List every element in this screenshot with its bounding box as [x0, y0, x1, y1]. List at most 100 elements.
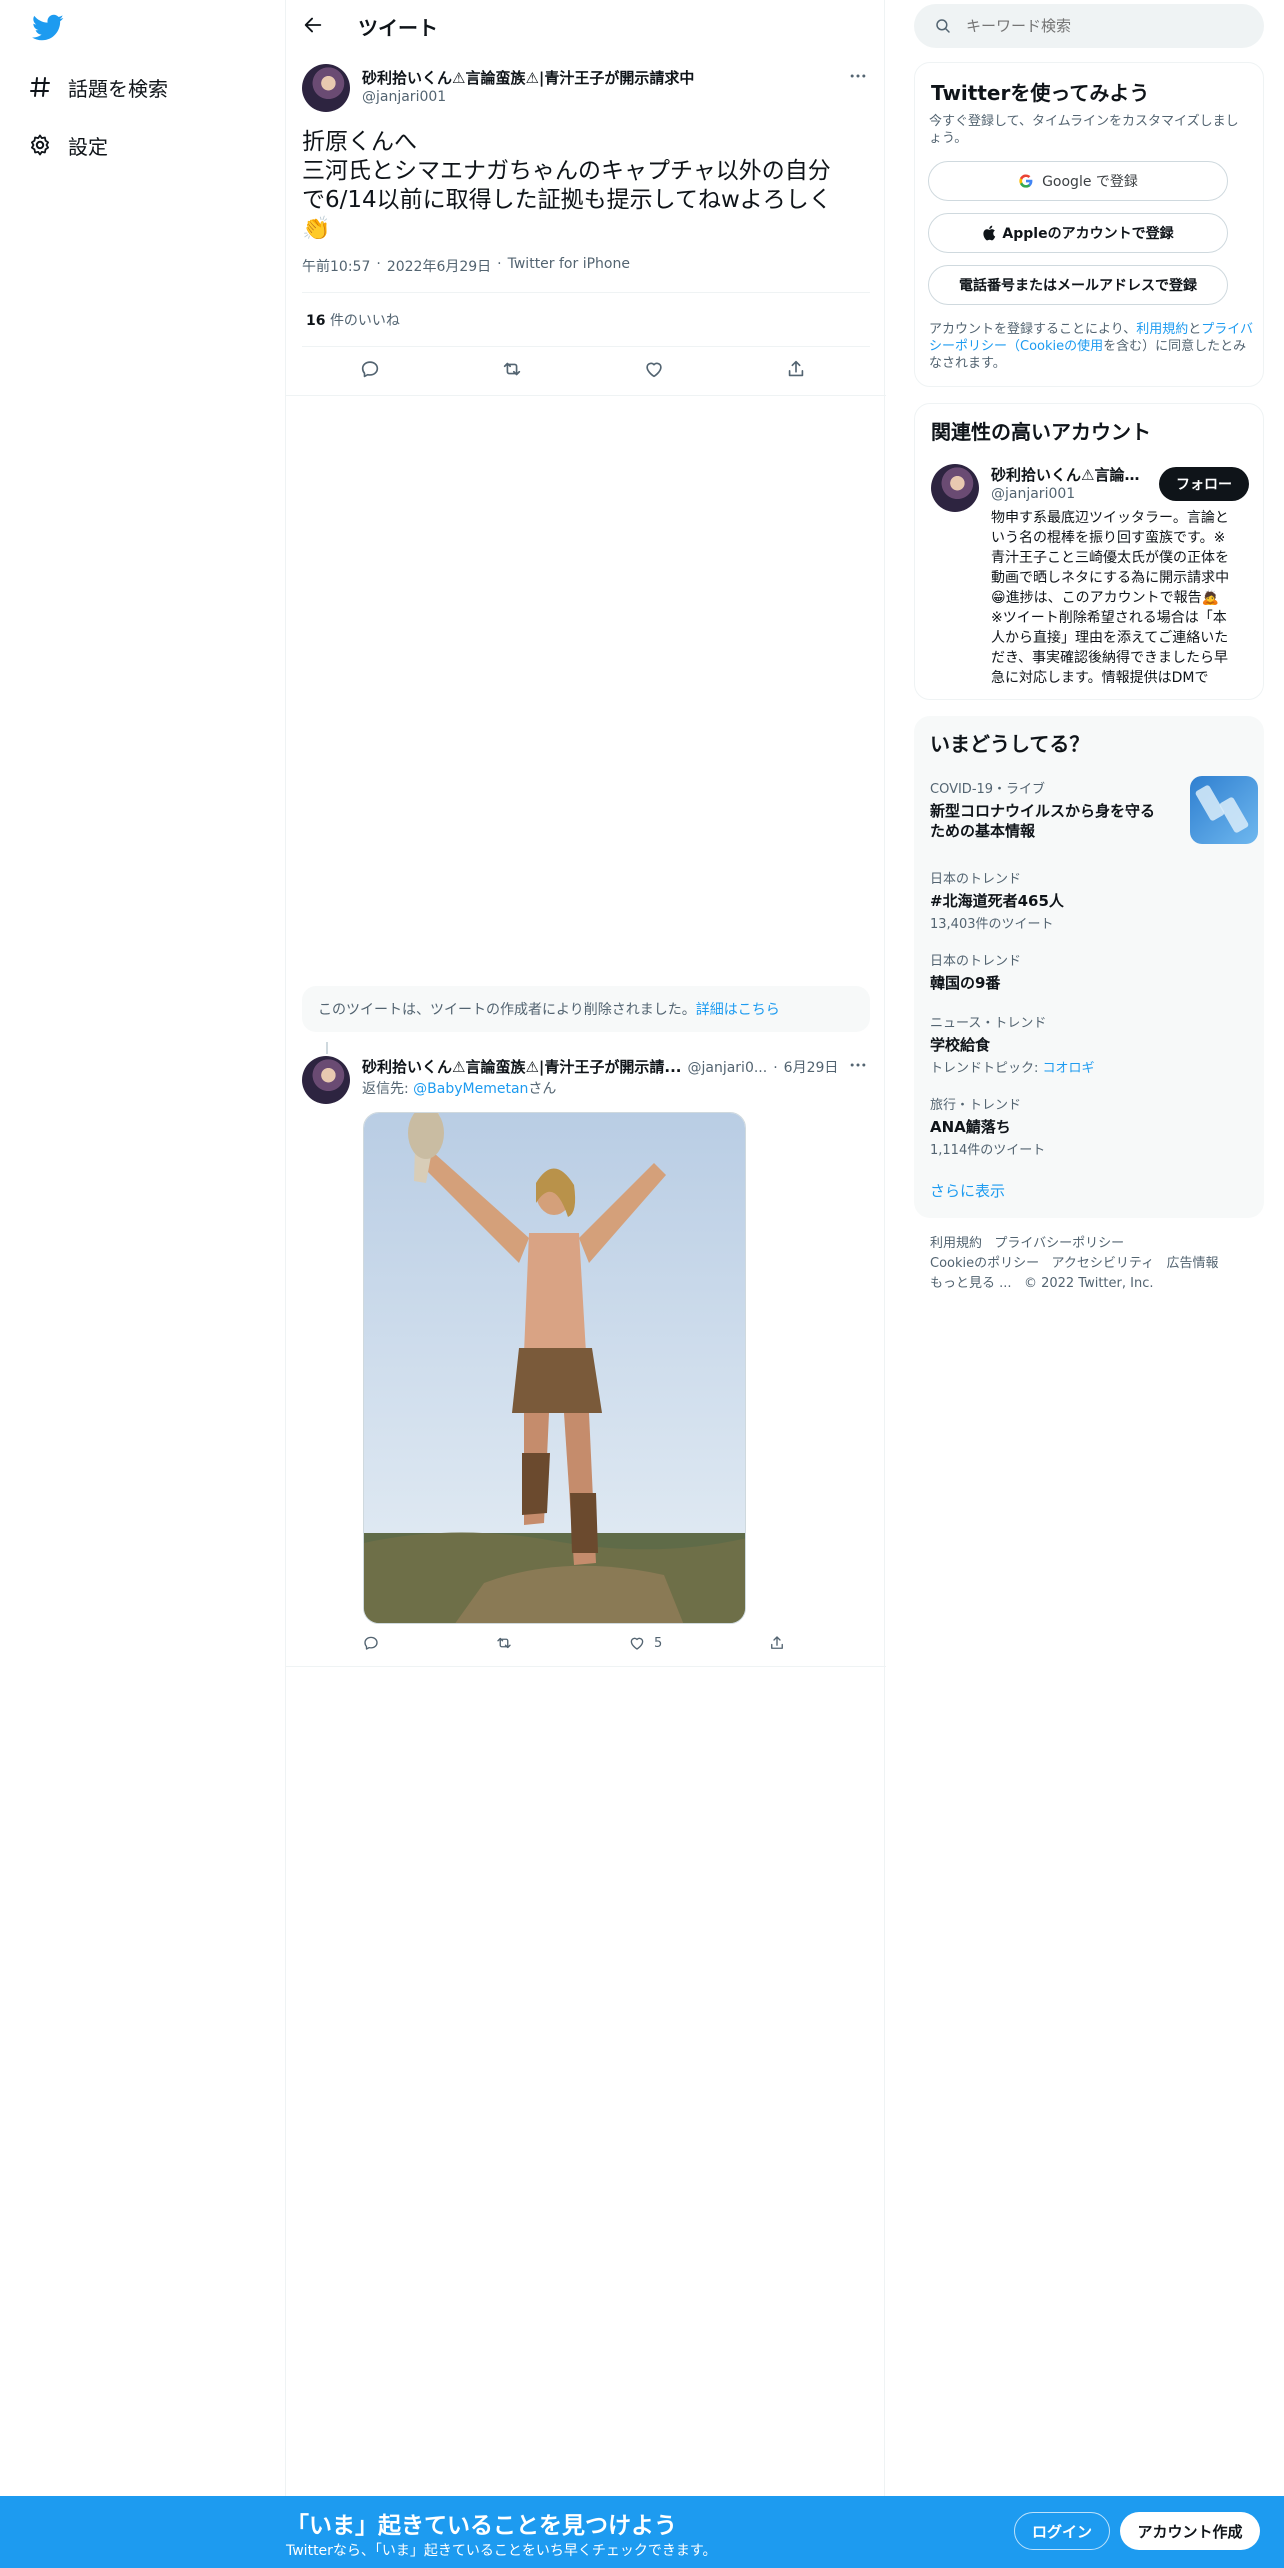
cookie-link[interactable]: （Cookieの使用: [1007, 339, 1103, 354]
related-handle[interactable]: @janjari001: [991, 486, 1075, 502]
trend-item[interactable]: 日本のトレンド #北海道死者465人 13,403件のツイート: [930, 868, 1250, 932]
divider: [302, 346, 870, 347]
learn-more-link[interactable]: 詳細はこちら: [696, 999, 780, 1019]
reply-author-name[interactable]: 砂利拾いくん⚠言論蛮族⚠|青汁王子が開示請...: [362, 1056, 681, 1077]
trends-title: いまどうしてる？: [930, 732, 1090, 756]
apple-signup-label: Appleのアカウントで登録: [1002, 226, 1174, 242]
retweet-icon: [495, 1634, 513, 1652]
nav-explore[interactable]: 話題を検索: [28, 67, 168, 107]
likes-count: 16: [306, 313, 326, 329]
heart-icon: [643, 358, 665, 380]
more-icon[interactable]: [848, 66, 868, 86]
apple-icon: [982, 225, 996, 241]
reply-icon: [362, 1634, 380, 1652]
reply-author-handle[interactable]: @janjari0...: [687, 1060, 767, 1076]
phone-email-signup-button[interactable]: 電話番号またはメールアドレスで登録: [928, 265, 1228, 305]
avatar[interactable]: [302, 64, 350, 112]
reply-retweet-button[interactable]: [495, 1634, 513, 1652]
reply-date[interactable]: 6月29日: [784, 1057, 839, 1077]
share-button[interactable]: [785, 358, 807, 380]
like-count: 5: [654, 1635, 663, 1651]
back-arrow-icon[interactable]: [302, 14, 324, 36]
reply-to-link[interactable]: @BabyMemetan: [413, 1081, 528, 1097]
tweet-text: 折原くんへ 三河氏とシマエナガちゃんのキャプチャ以外の自分 で6/14以前に取得…: [302, 128, 832, 244]
search-box[interactable]: [914, 4, 1264, 48]
bio-line: 人から直接」理由を添えてご連絡いた: [991, 630, 1229, 646]
apple-signup-button[interactable]: Appleのアカウントで登録: [928, 213, 1228, 253]
related-bio: 物申す系最底辺ツイッタラー。言論と いう名の棍棒を振り回す蛮族です。※ 青汁王子…: [991, 508, 1253, 688]
trend-item[interactable]: COVID-19・ライブ 新型コロナウイルスから身を守る ための基本情報: [930, 776, 1258, 844]
search-input[interactable]: [966, 17, 1226, 35]
nav-settings-label: 設定: [68, 134, 108, 159]
page-title: ツイート: [358, 16, 438, 40]
likes-summary[interactable]: 16 件のいいね: [306, 310, 400, 330]
footer-cookie-link[interactable]: Cookieのポリシー: [930, 1256, 1039, 1271]
footer-more-link[interactable]: もっと見る ...: [930, 1276, 1012, 1291]
gear-icon: [28, 133, 68, 157]
legal-prefix: アカウントを登録することにより、: [929, 322, 1137, 337]
bio-line: いう名の棍棒を振り回す蛮族です。※: [991, 530, 1226, 546]
author-name[interactable]: 砂利拾いくん⚠言論蛮族⚠|青汁王子が開示請求中: [362, 67, 762, 88]
trend-item[interactable]: ニュース・トレンド 学校給食 トレンドトピック: コオロギ: [930, 1012, 1250, 1076]
retweet-icon: [501, 358, 523, 380]
author-handle[interactable]: @janjari001: [362, 89, 446, 105]
trend-item[interactable]: 日本のトレンド 韓国の9番: [930, 950, 1250, 993]
reply-button[interactable]: [359, 358, 381, 380]
signup-card: Twitterを使ってみよう 今すぐ登録して、タイムラインをカスタマイズしましょ…: [914, 62, 1264, 387]
footer-copyright: © 2022 Twitter, Inc.: [1023, 1276, 1154, 1291]
footer-ads-link[interactable]: 広告情報: [1167, 1256, 1219, 1271]
bio-line: 物申す系最底辺ツイッタラー。言論と: [991, 510, 1229, 526]
follow-button[interactable]: フォロー: [1159, 467, 1249, 501]
hashtag-icon: [28, 75, 68, 99]
reply-icon: [359, 358, 381, 380]
legal-and: と: [1188, 322, 1202, 337]
tweet-time[interactable]: 午前10:57: [302, 256, 370, 276]
trend-count: 1,114件のツイート: [930, 1143, 1046, 1158]
deleted-notice-text: このツイートは、ツイートの作成者により削除されました。: [318, 1002, 696, 1018]
bio-line: 急に対応します。情報提供はDMで: [991, 670, 1209, 686]
signup-button[interactable]: アカウント作成: [1120, 2512, 1260, 2550]
reply-prefix: 返信先:: [362, 1081, 414, 1097]
bio-line: だき、事実確認後納得できましたら早: [991, 650, 1229, 666]
reply-reply-button[interactable]: [362, 1634, 380, 1652]
reply-avatar[interactable]: [302, 1056, 350, 1104]
reply-suffix: さん: [528, 1081, 557, 1097]
bottom-bar-title: 「いま」起きていることを見つけよう: [286, 2513, 677, 2539]
bio-line: 動画で晒しネタにする為に開示請求中: [991, 570, 1230, 586]
google-signup-label: Google で登録: [1042, 174, 1138, 190]
trend-item[interactable]: 旅行・トレンド ANA鯖落ち 1,114件のツイート: [930, 1094, 1250, 1158]
google-signup-button[interactable]: Google で登録: [928, 161, 1228, 201]
trend-topic-link[interactable]: コオロギ: [1043, 1061, 1095, 1076]
terms-link[interactable]: 利用規約: [1136, 322, 1188, 337]
tweet-media-image[interactable]: [363, 1112, 746, 1624]
reply-more-icon[interactable]: [848, 1055, 868, 1075]
related-name[interactable]: 砂利拾いくん⚠言論...: [991, 464, 1141, 485]
show-more-link[interactable]: さらに表示: [930, 1180, 1005, 1201]
trends-card: いまどうしてる？ COVID-19・ライブ 新型コロナウイルスから身を守る ため…: [914, 716, 1264, 1218]
nav-explore-label: 話題を検索: [68, 76, 168, 101]
tweet-meta: 午前10:57 · 2022年6月29日 · Twitter for iPhon…: [302, 256, 630, 276]
trend-meta: ニュース・トレンド: [930, 1016, 1047, 1031]
footer-terms-link[interactable]: 利用規約: [930, 1236, 982, 1251]
like-button[interactable]: [643, 358, 665, 380]
reply-share-button[interactable]: [768, 1634, 786, 1652]
bottom-signup-bar: 「いま」起きていることを見つけよう Twitterなら、「いま」起きていることを…: [0, 2496, 1284, 2568]
tweet-date[interactable]: 2022年6月29日: [387, 256, 491, 276]
trend-thumbnail: [1190, 776, 1258, 844]
tweet-emoji: 👏: [302, 216, 331, 242]
retweet-button[interactable]: [501, 358, 523, 380]
phone-email-signup-label: 電話番号またはメールアドレスで登録: [959, 278, 1197, 294]
related-avatar[interactable]: [931, 464, 979, 512]
trend-title: 学校給食: [930, 1036, 991, 1054]
trend-title: #北海道死者465人: [930, 892, 1064, 910]
tweet-source[interactable]: Twitter for iPhone: [508, 256, 630, 276]
nav-settings[interactable]: 設定: [28, 125, 108, 165]
footer-privacy-link[interactable]: プライバシーポリシー: [994, 1236, 1124, 1251]
trend-meta: 旅行・トレンド: [930, 1098, 1022, 1113]
trend-title: ANA鯖落ち: [930, 1118, 1011, 1136]
reply-like-button[interactable]: 5: [628, 1634, 662, 1652]
footer-accessibility-link[interactable]: アクセシビリティ: [1052, 1256, 1155, 1271]
login-button[interactable]: ログイン: [1014, 2512, 1110, 2550]
trend-meta: 日本のトレンド: [930, 954, 1022, 969]
twitter-logo-icon[interactable]: [32, 14, 64, 42]
